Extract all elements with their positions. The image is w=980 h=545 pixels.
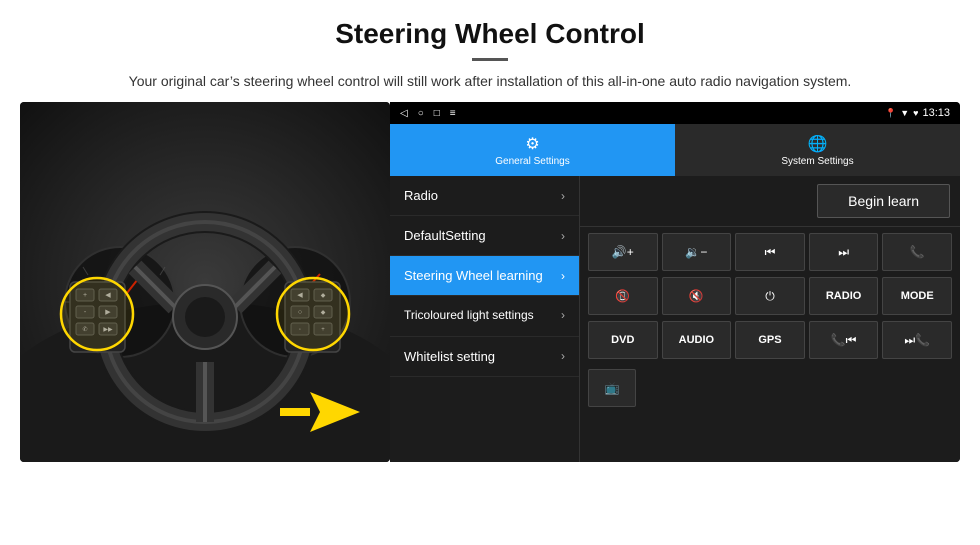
power-button[interactable]: ⏻ [735,277,805,315]
tabs-bar: ⚙ General Settings 🌐 System Settings [390,124,960,176]
menu-steering-label: Steering Wheel learning [404,268,543,283]
chevron-icon: › [561,269,565,283]
media-button[interactable]: 📺 [588,369,636,407]
steering-wheel-bg: + ◀ - ▶ ✆ ▶▶ ◀ ◆ ○ ◆ ◦ [20,102,390,462]
hangup-icon: 📵 [615,289,630,303]
chevron-icon: › [561,349,565,363]
signal-icon: ♥ [913,108,918,118]
controls-panel: Begin learn 🔊+ 🔉− ⏮ ⏭ [580,176,960,462]
location-icon: 📍 [885,108,896,119]
radio-mode-button[interactable]: RADIO [809,277,879,315]
vol-down-button[interactable]: 🔉− [662,233,732,271]
tel-next-icon: ⏭📞 [904,333,930,348]
next-button[interactable]: ⏭ [809,233,879,271]
begin-learn-row: Begin learn [580,176,960,227]
tel-next-button[interactable]: ⏭📞 [882,321,952,359]
system-settings-icon: 🌐 [808,134,828,154]
recents-icon[interactable]: □ [434,108,440,119]
mute-button[interactable]: 🔇 [662,277,732,315]
menu-radio-label: Radio [404,188,438,203]
begin-learn-button[interactable]: Begin learn [817,184,950,218]
chevron-icon: › [561,189,565,203]
phone-button[interactable]: 📞 [882,233,952,271]
next-icon: ⏭ [838,245,849,260]
settings-main: Radio › DefaultSetting › Steering Wheel … [390,176,960,462]
gps-button[interactable]: GPS [735,321,805,359]
mode-text: MODE [901,290,934,302]
radio-text: RADIO [826,290,861,302]
back-icon[interactable]: ◁ [400,108,408,119]
device-panel: ◁ ○ □ ≡ 📍 ▼ ♥ 13:13 ⚙ General Settings 🌐… [390,102,960,462]
menu-item-tricoloured[interactable]: Tricoloured light settings › [390,296,579,337]
settings-menu: Radio › DefaultSetting › Steering Wheel … [390,176,580,462]
tab-general-settings[interactable]: ⚙ General Settings [390,124,675,176]
gps-text: GPS [758,334,781,346]
menu-whitelist-label: Whitelist setting [404,349,495,364]
power-icon: ⏻ [765,289,775,304]
vol-up-icon: 🔊+ [612,245,634,259]
chevron-icon: › [561,308,565,324]
hangup-button[interactable]: 📵 [588,277,658,315]
chevron-icon: › [561,229,565,243]
menu-tricoloured-label: Tricoloured light settings [404,308,534,324]
mode-button[interactable]: MODE [882,277,952,315]
tab-general-label: General Settings [495,156,570,167]
audio-button[interactable]: AUDIO [662,321,732,359]
menu-item-default[interactable]: DefaultSetting › [390,216,579,256]
dvd-text: DVD [611,334,634,346]
tel-prev-button[interactable]: 📞⏮ [809,321,879,359]
controls-row-1: 🔊+ 🔉− ⏮ ⏭ 📞 [580,227,960,277]
controls-row-2: 📵 🔇 ⏻ RADIO MODE [580,277,960,321]
general-settings-icon: ⚙ [525,134,539,154]
menu-item-steering-wheel[interactable]: Steering Wheel learning › [390,256,579,296]
page-header: Steering Wheel Control Your original car… [0,0,980,102]
title-divider [472,58,508,61]
dvd-button[interactable]: DVD [588,321,658,359]
page-title: Steering Wheel Control [20,18,960,50]
status-bar: ◁ ○ □ ≡ 📍 ▼ ♥ 13:13 [390,102,960,124]
tab-system-settings[interactable]: 🌐 System Settings [675,124,960,176]
tab-system-label: System Settings [781,156,853,167]
tel-prev-icon: 📞⏮ [831,333,857,348]
nav-icons: ◁ ○ □ ≡ [400,108,456,119]
vol-down-icon: 🔉− [685,245,707,259]
steering-wheel-panel: + ◀ - ▶ ✆ ▶▶ ◀ ◆ ○ ◆ ◦ [20,102,390,462]
menu-item-radio[interactable]: Radio › [390,176,579,216]
vol-up-button[interactable]: 🔊+ [588,233,658,271]
wifi-icon: ▼ [900,108,909,118]
audio-text: AUDIO [679,334,714,346]
media-icon: 📺 [605,381,620,395]
menu-default-label: DefaultSetting [404,228,486,243]
menu-icon[interactable]: ≡ [450,108,456,119]
mute-icon: 🔇 [689,289,704,303]
bottom-row: 📺 [580,365,960,411]
phone-icon: 📞 [910,245,925,259]
menu-item-whitelist[interactable]: Whitelist setting › [390,337,579,377]
status-indicators: 📍 ▼ ♥ 13:13 [885,107,950,119]
prev-icon: ⏮ [765,245,776,260]
prev-button[interactable]: ⏮ [735,233,805,271]
page-subtitle: Your original car’s steering wheel contr… [20,71,960,92]
time-display: 13:13 [922,107,950,119]
content-area: + ◀ - ▶ ✆ ▶▶ ◀ ◆ ○ ◆ ◦ [0,102,980,462]
home-icon[interactable]: ○ [418,108,424,119]
controls-row-3: DVD AUDIO GPS 📞⏮ ⏭📞 [580,321,960,365]
